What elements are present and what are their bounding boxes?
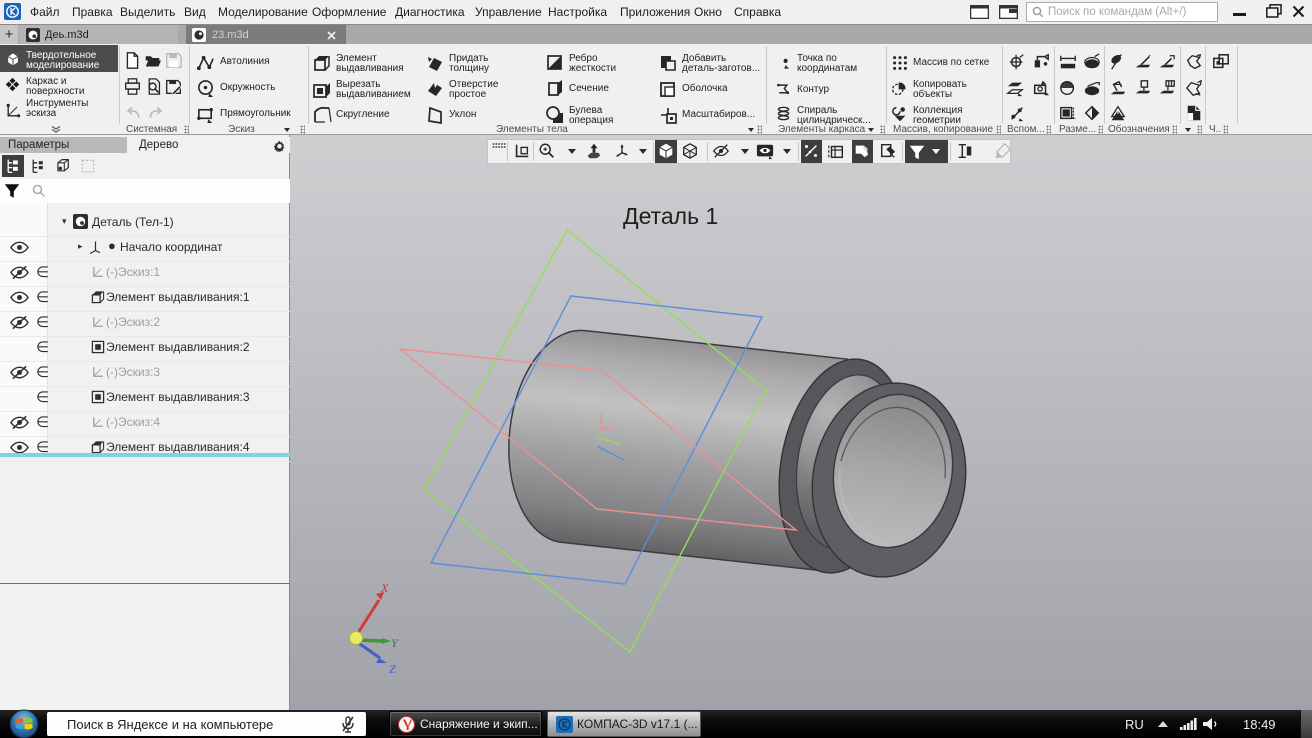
svg-text:Z: Z bbox=[389, 662, 396, 676]
svg-text:Деталь 1: Деталь 1 bbox=[623, 203, 718, 229]
svg-text:Y: Y bbox=[391, 636, 399, 650]
svg-text:X: X bbox=[380, 581, 389, 595]
